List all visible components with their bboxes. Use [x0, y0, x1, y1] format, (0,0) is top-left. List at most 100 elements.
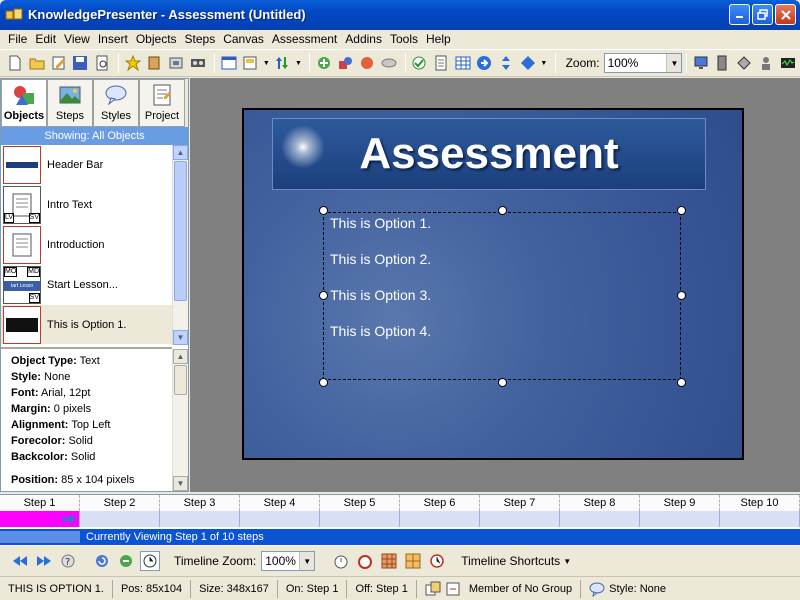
- tab-styles[interactable]: Styles: [93, 79, 139, 127]
- page-button[interactable]: [432, 53, 451, 73]
- resize-handle-right[interactable]: [677, 291, 686, 300]
- shapes-button[interactable]: [336, 53, 355, 73]
- check-button[interactable]: [410, 53, 429, 73]
- layout-dropdown[interactable]: ▼: [263, 53, 270, 73]
- timeline-cell[interactable]: [560, 511, 640, 527]
- option-text-box[interactable]: This is Option 1. This is Option 2. This…: [323, 212, 681, 380]
- step-header[interactable]: Step 6: [400, 495, 480, 511]
- help-button[interactable]: ?: [58, 551, 78, 571]
- timeline-cell[interactable]: [640, 511, 720, 527]
- object-list-scrollbar[interactable]: ▲ ▼: [172, 145, 188, 345]
- scroll-down-button[interactable]: ▼: [173, 476, 188, 491]
- group-copy-icon[interactable]: [425, 581, 441, 597]
- scroll-up-button[interactable]: ▲: [173, 145, 188, 160]
- timeline-cell[interactable]: [80, 511, 160, 527]
- diamond-dropdown[interactable]: ▼: [540, 53, 547, 73]
- list-item-selected[interactable]: This is Option 1.: [1, 305, 172, 345]
- timeline-cell[interactable]: [480, 511, 560, 527]
- resize-handle-top[interactable]: [498, 206, 507, 215]
- step-header[interactable]: Step 5: [320, 495, 400, 511]
- next-button[interactable]: [475, 53, 494, 73]
- zoom-select[interactable]: 100% ▼: [603, 53, 683, 73]
- canvas-area[interactable]: Assessment This is Option 1. This is Opt…: [190, 78, 800, 492]
- menu-assessment[interactable]: Assessment: [268, 30, 341, 48]
- resize-handle-top-left[interactable]: [319, 206, 328, 215]
- menu-addins[interactable]: Addins: [341, 30, 386, 48]
- grid-button[interactable]: [453, 53, 472, 73]
- step-header[interactable]: Step 8: [560, 495, 640, 511]
- timeline-cell[interactable]: [400, 511, 480, 527]
- tab-steps[interactable]: Steps: [47, 79, 93, 127]
- option-4[interactable]: This is Option 4.: [330, 323, 431, 339]
- timeline-cell[interactable]: [720, 511, 800, 527]
- option-2[interactable]: This is Option 2.: [330, 251, 431, 267]
- rewind-button[interactable]: [10, 551, 30, 571]
- step-header[interactable]: Step 1: [0, 495, 80, 511]
- resize-handle-bottom[interactable]: [498, 378, 507, 387]
- edit-button[interactable]: [49, 53, 68, 73]
- header-bar[interactable]: Assessment: [272, 118, 706, 190]
- list-item[interactable]: Header Bar: [1, 145, 172, 185]
- menu-file[interactable]: File: [4, 30, 31, 48]
- close-button[interactable]: [775, 4, 796, 25]
- timeline-object-bar[interactable]: [0, 511, 80, 527]
- menu-edit[interactable]: Edit: [31, 30, 60, 48]
- activity-button[interactable]: [778, 53, 797, 73]
- group-paste-icon[interactable]: [445, 581, 461, 597]
- option-1[interactable]: This is Option 1.: [330, 215, 431, 231]
- step-header[interactable]: Step 3: [160, 495, 240, 511]
- grid-orange-button[interactable]: [403, 551, 423, 571]
- step-header[interactable]: Step 10: [720, 495, 800, 511]
- server-button[interactable]: [713, 53, 732, 73]
- tab-project[interactable]: Project: [139, 79, 185, 127]
- eraser-button[interactable]: [379, 53, 398, 73]
- grid-red-button[interactable]: [379, 551, 399, 571]
- window-button[interactable]: [219, 53, 238, 73]
- refresh-button[interactable]: [92, 551, 112, 571]
- fast-forward-button[interactable]: [34, 551, 54, 571]
- arrange-button[interactable]: [273, 53, 292, 73]
- save-button[interactable]: [71, 53, 90, 73]
- object-button[interactable]: [167, 53, 186, 73]
- user-button[interactable]: [757, 53, 776, 73]
- menu-steps[interactable]: Steps: [181, 30, 220, 48]
- preview-button[interactable]: [93, 53, 112, 73]
- effects-button[interactable]: [358, 53, 377, 73]
- favorite-button[interactable]: [123, 53, 142, 73]
- add-object-button[interactable]: [314, 53, 333, 73]
- media-button[interactable]: [189, 53, 208, 73]
- resize-handle-left[interactable]: [319, 291, 328, 300]
- scroll-down-button[interactable]: ▼: [173, 330, 188, 345]
- step-header[interactable]: Step 4: [240, 495, 320, 511]
- menu-insert[interactable]: Insert: [94, 30, 132, 48]
- scroll-up-button[interactable]: ▲: [173, 349, 188, 364]
- timer-button[interactable]: [427, 551, 447, 571]
- open-button[interactable]: [28, 53, 47, 73]
- maximize-button[interactable]: [752, 4, 773, 25]
- menu-help[interactable]: Help: [422, 30, 455, 48]
- resize-handle-bottom-left[interactable]: [319, 378, 328, 387]
- alarm-button[interactable]: [355, 551, 375, 571]
- monitor-button[interactable]: [691, 53, 710, 73]
- timeline-cell[interactable]: [320, 511, 400, 527]
- resize-handle-bottom-right[interactable]: [677, 378, 686, 387]
- scroll-thumb[interactable]: [174, 365, 187, 395]
- new-button[interactable]: [6, 53, 25, 73]
- list-item[interactable]: LV SV Intro Text: [1, 185, 172, 225]
- resize-handle-top-right[interactable]: [677, 206, 686, 215]
- sync-button[interactable]: [116, 551, 136, 571]
- properties-scrollbar[interactable]: ▲ ▼: [172, 349, 188, 491]
- menu-view[interactable]: View: [60, 30, 94, 48]
- diamond-button[interactable]: [518, 53, 537, 73]
- slide-canvas[interactable]: Assessment This is Option 1. This is Opt…: [242, 108, 744, 460]
- option-3[interactable]: This is Option 3.: [330, 287, 431, 303]
- minimize-button[interactable]: [729, 4, 750, 25]
- arrange-dropdown[interactable]: ▼: [295, 53, 302, 73]
- stopwatch-button[interactable]: [331, 551, 351, 571]
- tab-objects[interactable]: Objects: [1, 79, 47, 127]
- timeline-zoom-select[interactable]: 100% ▼: [261, 551, 316, 571]
- menu-objects[interactable]: Objects: [132, 30, 181, 48]
- timeline-cell[interactable]: [240, 511, 320, 527]
- step-header[interactable]: Step 9: [640, 495, 720, 511]
- updown-button[interactable]: [497, 53, 516, 73]
